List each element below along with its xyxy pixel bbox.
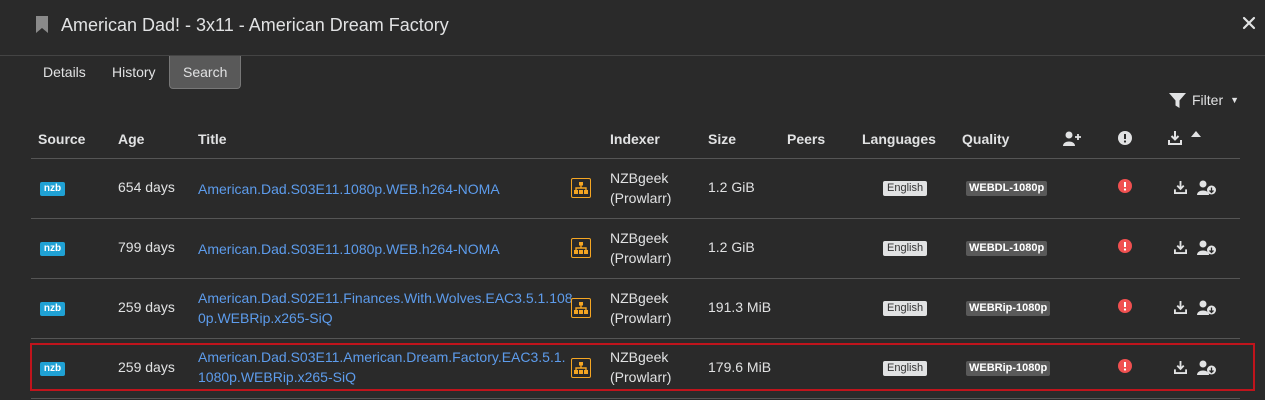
indexer-name: NZBgeek [610,170,669,186]
age-cell: 654 days [118,179,175,195]
filter-icon [1169,92,1186,108]
tab-details[interactable]: Details [30,56,99,89]
indexer-cell: NZBgeek (Prowlarr) [610,228,671,268]
table-row: nzb 259 days American.Dad.S02E11.Finance… [31,279,1240,339]
sitemap-icon [574,242,588,254]
column-quality[interactable]: Quality [962,131,1009,147]
column-age[interactable]: Age [118,131,144,147]
column-size[interactable]: Size [708,131,736,147]
download-icon[interactable] [1174,301,1187,314]
download-icon[interactable] [1174,241,1187,254]
indexer-cell: NZBgeek (Prowlarr) [610,347,671,387]
sitemap-button[interactable] [571,178,591,198]
warning-icon[interactable] [1118,239,1132,253]
quality-badge: WEBDL-1080p [966,181,1048,196]
source-badge: nzb [40,242,65,256]
column-languages[interactable]: Languages [862,131,936,147]
indexer-cell: NZBgeek (Prowlarr) [610,288,671,328]
size-cell: 1.2 GiB [708,239,755,255]
release-title-link[interactable]: American.Dad.S03E11.1080p.WEB.h264-NOMA [198,239,573,259]
bookmark-icon[interactable] [36,16,48,33]
indexer-cell: NZBgeek (Prowlarr) [610,168,671,208]
table-row: nzb 259 days American.Dad.S03E11.America… [31,339,1240,399]
warning-icon[interactable] [1118,359,1132,373]
tab-history[interactable]: History [99,56,169,89]
warning-icon[interactable] [1118,299,1132,313]
table-row: nzb 654 days American.Dad.S03E11.1080p.W… [31,159,1240,219]
age-cell: 799 days [118,239,175,255]
indexer-name: NZBgeek [610,349,669,365]
language-badge: English [883,361,928,376]
user-download-icon[interactable] [1197,360,1216,375]
table-row: nzb 799 days American.Dad.S03E11.1080p.W… [31,219,1240,279]
language-badge: English [883,181,928,196]
download-icon[interactable] [1168,131,1182,145]
filter-label: Filter [1192,92,1224,108]
source-badge: nzb [40,182,65,196]
sitemap-button[interactable] [571,358,591,378]
age-cell: 259 days [118,359,175,375]
size-cell: 179.6 MiB [708,359,772,375]
download-icon[interactable] [1174,361,1187,374]
user-download-icon[interactable] [1197,300,1216,315]
sitemap-button[interactable] [571,298,591,318]
indexer-name: NZBgeek [610,230,669,246]
source-badge: nzb [40,302,65,316]
releases-table: Source Age Title Indexer Size Peers Lang… [31,120,1240,399]
caret-down-icon: ▼ [1230,95,1240,105]
sitemap-icon [574,362,588,374]
sitemap-icon [574,182,588,194]
modal-header: American Dad! - 3x11 - American Dream Fa… [0,0,1265,56]
age-cell: 259 days [118,299,175,315]
size-cell: 191.3 MiB [708,299,772,315]
sitemap-icon [574,302,588,314]
release-title-link[interactable]: American.Dad.S03E11.1080p.WEB.h264-NOMA [198,179,573,199]
release-title-link[interactable]: American.Dad.S02E11.Finances.With.Wolves… [198,288,573,328]
download-icon[interactable] [1174,181,1187,194]
user-download-icon[interactable] [1197,240,1216,255]
column-title[interactable]: Title [198,131,227,147]
sort-up-icon[interactable] [1191,131,1201,137]
tab-search[interactable]: Search [169,56,242,89]
indexer-source: (Prowlarr) [610,369,672,385]
size-cell: 1.2 GiB [708,179,755,195]
warning-icon[interactable] [1118,179,1132,193]
quality-badge: WEBDL-1080p [966,241,1048,256]
sitemap-button[interactable] [571,238,591,258]
indexer-source: (Prowlarr) [610,310,672,326]
indexer-source: (Prowlarr) [610,250,672,266]
table-header: Source Age Title Indexer Size Peers Lang… [31,120,1240,159]
source-badge: nzb [40,362,65,376]
indexer-source: (Prowlarr) [610,190,672,206]
filter-button[interactable]: Filter ▼ [1169,91,1239,109]
user-download-icon[interactable] [1197,180,1216,195]
release-title-link[interactable]: American.Dad.S03E11.American.Dream.Facto… [198,347,573,387]
quality-badge: WEBRip-1080p [966,361,1051,376]
user-plus-icon[interactable] [1063,131,1082,146]
indexer-name: NZBgeek [610,290,669,306]
column-indexer[interactable]: Indexer [610,131,660,147]
exclamation-circle-icon[interactable] [1118,131,1132,145]
language-badge: English [883,301,928,316]
column-source[interactable]: Source [38,131,85,147]
close-icon[interactable] [1241,15,1257,31]
language-badge: English [883,241,928,256]
quality-badge: WEBRip-1080p [966,301,1051,316]
column-peers[interactable]: Peers [787,131,825,147]
modal-title: American Dad! - 3x11 - American Dream Fa… [61,15,449,35]
